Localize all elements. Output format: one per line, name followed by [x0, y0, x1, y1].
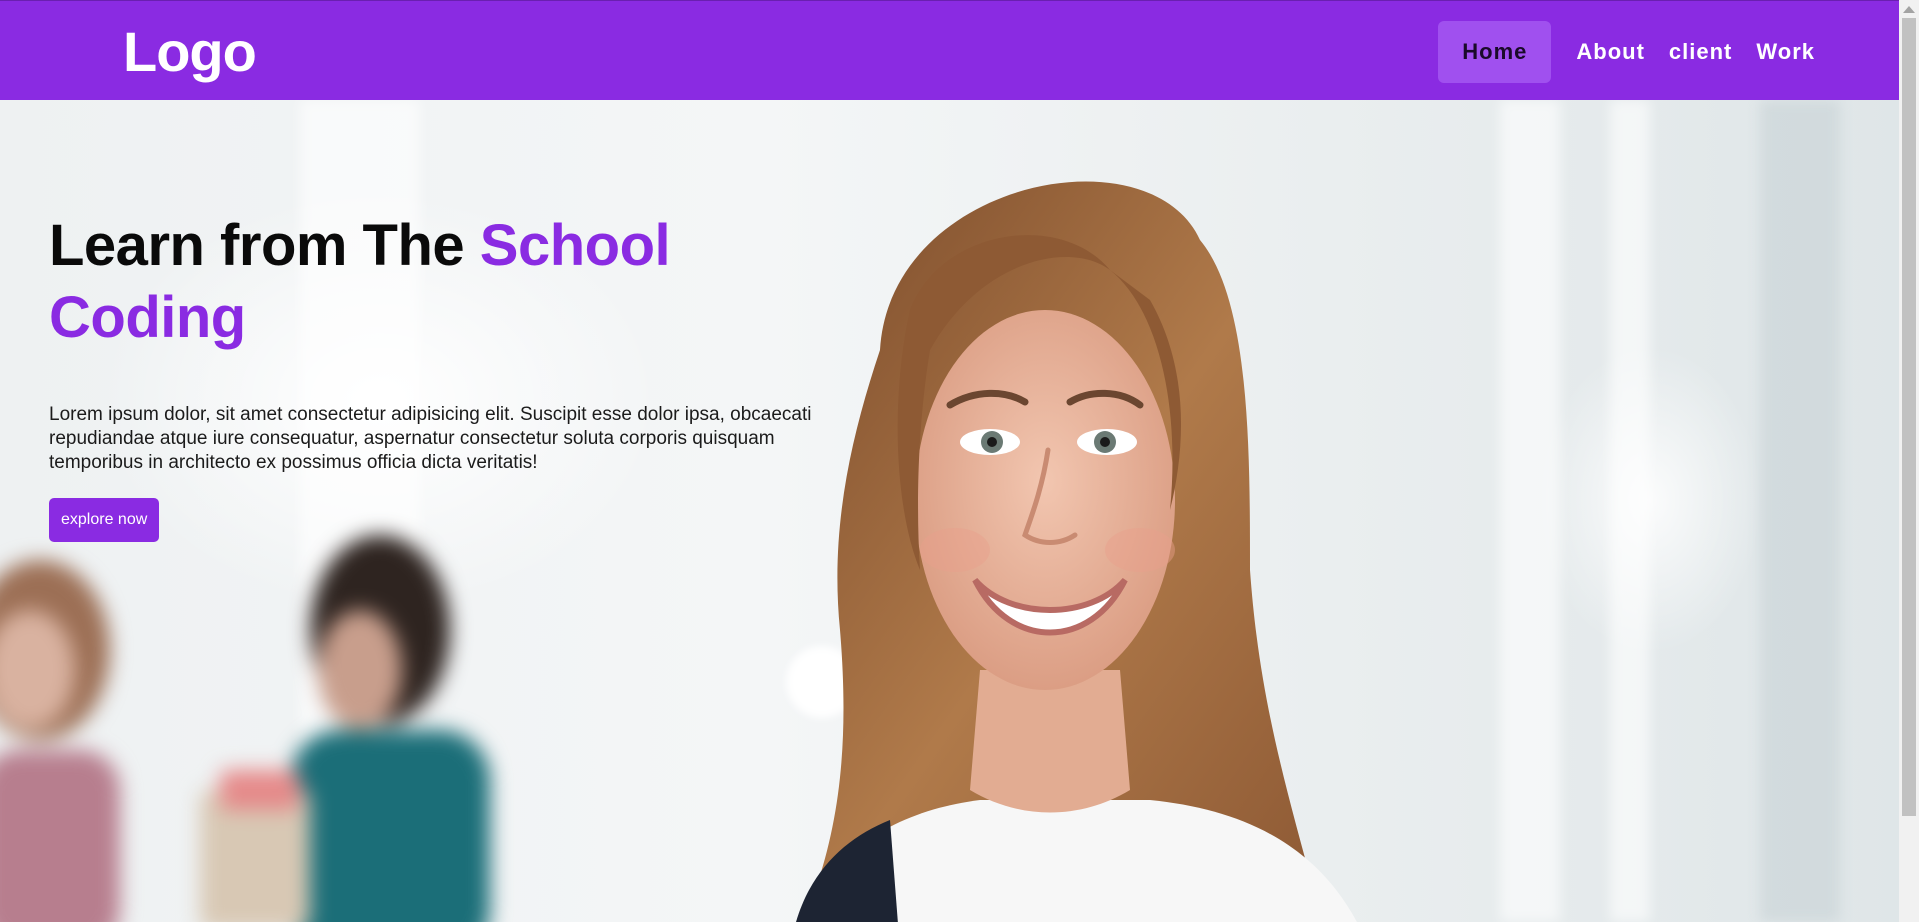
nav-client-link[interactable]: client: [1657, 21, 1744, 83]
navbar: Logo Home About client Work: [0, 0, 1899, 100]
vertical-scrollbar[interactable]: [1899, 0, 1919, 922]
scrollbar-thumb[interactable]: [1902, 18, 1916, 816]
main-nav: Home About client Work: [1438, 21, 1827, 83]
hero-content: Learn from The School Coding Lorem ipsum…: [49, 210, 849, 542]
logo[interactable]: Logo: [123, 19, 257, 85]
hero-title-plain: Learn from The: [49, 213, 465, 278]
explore-now-button[interactable]: explore now: [49, 498, 160, 542]
hero-description: Lorem ipsum dolor, sit amet consectetur …: [49, 404, 812, 473]
hero-section: Learn from The School Coding Lorem ipsum…: [0, 100, 1899, 922]
hero-title: Learn from The School Coding: [49, 210, 849, 354]
page: Logo Home About client Work Learn from T…: [0, 0, 1919, 922]
background-students-image: [0, 535, 490, 922]
background-column: [1760, 100, 1840, 922]
nav-about-link[interactable]: About: [1564, 21, 1657, 83]
scroll-up-arrow-icon[interactable]: [1903, 6, 1915, 13]
nav-home-link[interactable]: Home: [1438, 21, 1552, 83]
nav-work-link[interactable]: Work: [1744, 21, 1827, 83]
student-portrait-image: [796, 181, 1357, 922]
